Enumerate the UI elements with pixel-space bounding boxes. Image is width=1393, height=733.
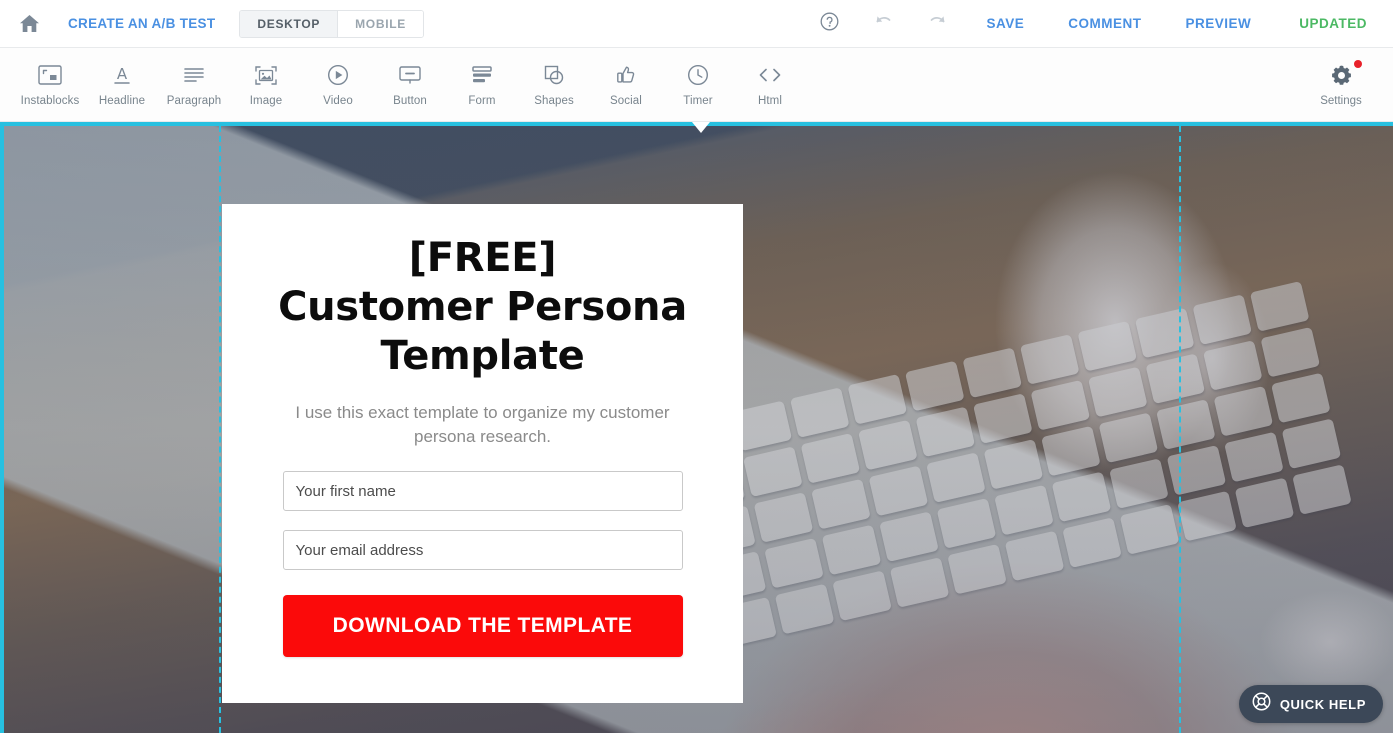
headline-icon: A bbox=[111, 62, 133, 88]
headline-line-2: Customer Persona bbox=[278, 284, 687, 330]
element-toolbar-items: Instablocks A Headline Paragraph Image V… bbox=[0, 48, 1393, 107]
toolbar-item-timer[interactable]: Timer bbox=[662, 58, 734, 107]
gear-icon bbox=[1330, 60, 1362, 88]
toolbar-item-social[interactable]: Social bbox=[590, 58, 662, 107]
button-icon bbox=[398, 62, 422, 88]
toolbar-item-label: Headline bbox=[98, 95, 146, 107]
headline-line-3: Template bbox=[380, 333, 585, 379]
viewport-mobile-tab[interactable]: MOBILE bbox=[338, 10, 423, 37]
settings-label: Settings bbox=[1320, 95, 1362, 107]
toolbar-item-form[interactable]: Form bbox=[446, 58, 518, 107]
headline-line-1: [FREE] bbox=[408, 235, 557, 281]
element-toolbar: Instablocks A Headline Paragraph Image V… bbox=[0, 48, 1393, 122]
save-button[interactable]: SAVE bbox=[964, 16, 1046, 31]
save-status-label: UPDATED bbox=[1299, 16, 1367, 31]
redo-button[interactable] bbox=[910, 0, 964, 48]
email-input[interactable]: Your email address bbox=[282, 530, 683, 570]
lifebuoy-icon bbox=[1252, 692, 1271, 716]
toolbar-item-label: Paragraph bbox=[166, 95, 222, 107]
lead-capture-form-card[interactable]: [FREE] Customer Persona Template I use t… bbox=[222, 204, 743, 703]
paragraph-icon bbox=[183, 62, 205, 88]
svg-text:A: A bbox=[117, 65, 128, 83]
quick-help-label: QUICK HELP bbox=[1279, 696, 1366, 712]
settings-button[interactable]: Settings bbox=[1305, 60, 1377, 107]
toolbar-item-label: Image bbox=[249, 95, 283, 107]
toolbar-item-label: Button bbox=[393, 95, 427, 107]
toolbar-item-instablocks[interactable]: Instablocks bbox=[14, 58, 86, 107]
video-icon bbox=[327, 62, 349, 88]
toolbar-item-label: Social bbox=[610, 95, 642, 107]
shapes-icon bbox=[543, 62, 565, 88]
toolbar-item-label: Instablocks bbox=[20, 95, 80, 107]
toolbar-item-label: Video bbox=[323, 95, 353, 107]
social-thumbs-up-icon bbox=[615, 62, 637, 88]
toolbar-item-label: Form bbox=[468, 95, 496, 107]
toolbar-item-label: Shapes bbox=[534, 95, 574, 107]
undo-button[interactable] bbox=[856, 0, 910, 48]
toolbar-item-html[interactable]: Html bbox=[734, 58, 806, 107]
first-name-input[interactable]: Your first name bbox=[282, 471, 683, 511]
timer-clock-icon bbox=[687, 62, 709, 88]
preview-button[interactable]: PREVIEW bbox=[1163, 16, 1273, 31]
toolbar-item-video[interactable]: Video bbox=[302, 58, 374, 107]
home-icon bbox=[19, 14, 40, 33]
form-icon bbox=[471, 62, 493, 88]
download-template-button[interactable]: DOWNLOAD THE TEMPLATE bbox=[282, 595, 683, 657]
toolbar-item-label: Html bbox=[757, 95, 783, 107]
viewport-toggle[interactable]: DESKTOP MOBILE bbox=[239, 9, 424, 38]
settings-notification-badge bbox=[1353, 60, 1362, 68]
form-subheadline[interactable]: I use this exact template to organize my… bbox=[262, 401, 703, 449]
toolbar-item-shapes[interactable]: Shapes bbox=[518, 58, 590, 107]
toolbar-item-image[interactable]: Image bbox=[230, 58, 302, 107]
redo-icon bbox=[927, 13, 948, 35]
viewport-desktop-tab[interactable]: DESKTOP bbox=[240, 10, 339, 37]
quick-help-button[interactable]: QUICK HELP bbox=[1238, 685, 1383, 723]
toolbar-item-headline[interactable]: A Headline bbox=[86, 58, 158, 107]
toolbar-item-label: Timer bbox=[683, 95, 713, 107]
create-ab-test-link[interactable]: CREATE AN A/B TEST bbox=[68, 16, 215, 31]
question-circle-icon bbox=[820, 12, 839, 36]
top-bar-actions: SAVE COMMENT PREVIEW UPDATED bbox=[802, 0, 1393, 48]
home-button[interactable] bbox=[0, 0, 58, 48]
instablocks-icon bbox=[38, 62, 62, 88]
comment-button[interactable]: COMMENT bbox=[1046, 16, 1163, 31]
page-canvas[interactable]: [FREE] Customer Persona Template I use t… bbox=[0, 122, 1393, 733]
toolbar-item-button[interactable]: Button bbox=[374, 58, 446, 107]
image-icon bbox=[254, 62, 278, 88]
form-headline[interactable]: [FREE] Customer Persona Template bbox=[262, 234, 703, 381]
html-code-icon bbox=[757, 62, 783, 88]
top-bar: CREATE AN A/B TEST DESKTOP MOBILE SAVE C… bbox=[0, 0, 1393, 48]
undo-icon bbox=[873, 13, 894, 35]
help-button[interactable] bbox=[802, 0, 856, 48]
toolbar-item-paragraph[interactable]: Paragraph bbox=[158, 58, 230, 107]
